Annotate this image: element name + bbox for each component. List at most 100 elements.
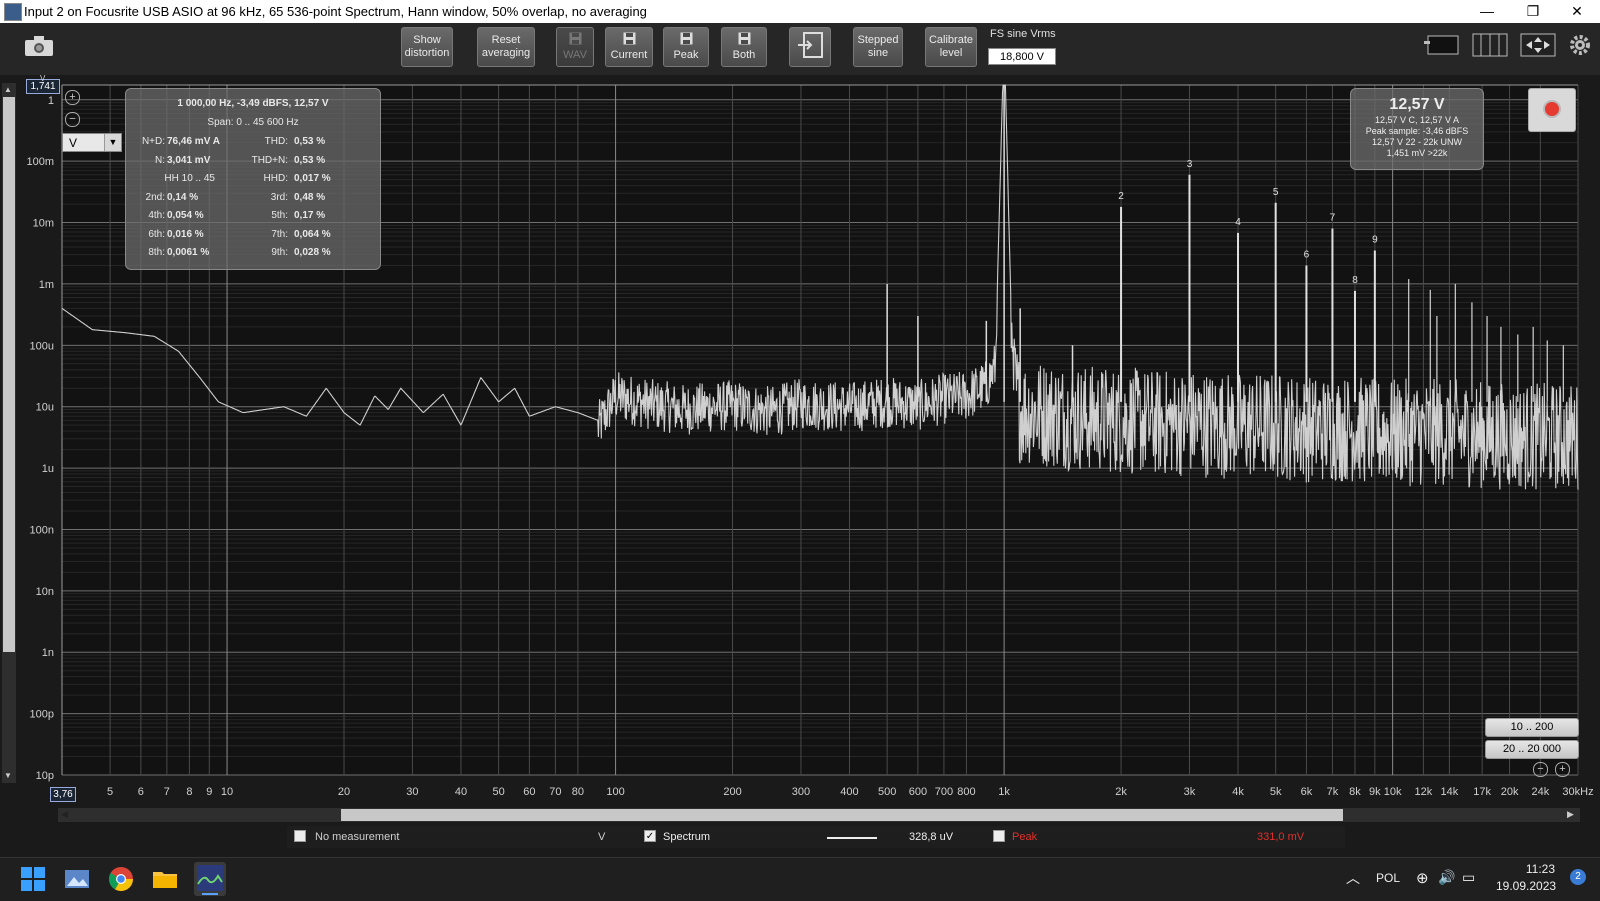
readout-label: 3rd: [270, 191, 288, 203]
zoom-in-x-icon[interactable]: + [1555, 762, 1570, 777]
chevron-up-icon[interactable]: ︿ [1346, 868, 1360, 888]
readout-value: 0,17 % [294, 210, 326, 221]
spectrum-checkbox[interactable]: ✓ [644, 830, 656, 842]
zoom-in-icon[interactable]: + [65, 90, 80, 105]
toolbar: Show distortion Reset averaging WAV Current Pe… [0, 23, 1600, 75]
calibrate-level-button[interactable]: Calibrate level [925, 27, 977, 67]
readout-label: THD+N: [251, 154, 288, 166]
fit-to-window-icon[interactable] [1520, 33, 1556, 62]
legend-bar: No measurement V ✓ Spectrum 328,8 uV Pea… [287, 826, 1345, 848]
record-icon [1545, 102, 1559, 116]
readout-label: THD: [264, 136, 288, 147]
x-tick-label: 200 [723, 786, 741, 798]
readout-header: 1 000,00 Hz, -3,49 dBFS, 12,57 V [177, 98, 329, 109]
taskbar: ︿ POL ⊕ 🔊 ▭ 11:23 19.09.2023 2 [0, 857, 1600, 901]
scroll-left-icon[interactable]: ◀ [61, 809, 68, 820]
y-tick-label: 1 [48, 95, 54, 107]
x-tick-label: 1k [998, 786, 1010, 798]
vertical-scrollbar[interactable]: ▲ ▼ [2, 83, 16, 783]
peak-checkbox[interactable] [993, 830, 1005, 842]
x-tick-label: 2k [1115, 786, 1127, 798]
scroll-right-icon[interactable]: ▶ [1567, 809, 1574, 820]
gear-icon[interactable] [1568, 33, 1592, 62]
scroll-up-icon[interactable]: ▲ [4, 85, 12, 94]
save-peak-button[interactable]: Peak [663, 27, 709, 67]
button-label: WAV [563, 49, 587, 61]
zoom-out-icon[interactable]: − [65, 112, 80, 127]
x-tick-label: 50 [492, 786, 504, 798]
stepped-sine-button[interactable]: Stepped sine [853, 27, 903, 67]
fs-sine-value[interactable]: 18,800 V [988, 48, 1056, 65]
readout-label: 5th: [271, 210, 288, 221]
y-tick-label: 100p [30, 709, 54, 721]
distortion-readout: 1 000,00 Hz, -3,49 dBFS, 12,57 V Span: 0… [125, 88, 381, 270]
x-axis-start-value[interactable]: 3,76 [50, 787, 76, 802]
button-label: Show [413, 34, 441, 46]
clock-date[interactable]: 19.09.2023 [1496, 879, 1556, 893]
photos-icon[interactable] [64, 866, 90, 892]
record-button[interactable] [1528, 88, 1576, 132]
rew-app-icon[interactable] [194, 862, 226, 896]
camera-icon[interactable] [24, 35, 54, 57]
level-readout: 12,57 V 12,57 V C, 12,57 V A Peak sample… [1350, 88, 1484, 170]
save-current-button[interactable]: Current [605, 27, 653, 67]
harmonic-label: 8 [1352, 275, 1358, 286]
battery-icon[interactable]: ▭ [1462, 869, 1475, 886]
no-measurement-checkbox[interactable] [294, 830, 306, 842]
reset-averaging-button[interactable]: Reset averaging [477, 27, 535, 67]
button-label: Current [610, 49, 648, 61]
volume-icon[interactable]: 🔊 [1438, 869, 1455, 886]
y-tick-label: 10m [33, 218, 54, 230]
restore-button[interactable]: ❐ [1510, 0, 1556, 23]
harmonic-label: 5 [1273, 187, 1279, 198]
x-tick-label: 20k [1501, 786, 1519, 798]
file-explorer-icon[interactable] [152, 866, 178, 892]
harmonic-label: 9 [1372, 235, 1378, 246]
x-tick-label: 400 [840, 786, 858, 798]
zoom-out-x-icon[interactable]: − [1533, 762, 1548, 777]
y-tick-label: 1n [42, 647, 54, 659]
x-tick-label: 700 [935, 786, 953, 798]
y-tick-label: 10n [36, 586, 54, 598]
x-tick-label: 100 [606, 786, 624, 798]
unit-select-value: V [69, 136, 78, 150]
notification-badge[interactable]: 2 [1570, 869, 1586, 885]
horizontal-scrollbar[interactable]: ◀ ▶ [58, 808, 1580, 822]
monitor-icon[interactable] [1424, 33, 1460, 62]
horizontal-scroll-thumb[interactable] [341, 809, 1343, 821]
x-tick-label: 9 [206, 786, 212, 798]
save-wav-button[interactable]: WAV [556, 27, 594, 67]
layout-icon[interactable] [1472, 33, 1508, 62]
network-icon[interactable]: ⊕ [1416, 869, 1429, 887]
readout-label: 6th: [148, 228, 165, 240]
x-tick-label: 6k [1301, 786, 1313, 798]
peak-label: Peak [1012, 831, 1038, 843]
clock-time[interactable]: 11:23 [1513, 862, 1555, 876]
minimize-button[interactable]: — [1464, 0, 1510, 23]
harmonic-label: 2 [1118, 191, 1124, 202]
x-tick-label: 600 [909, 786, 927, 798]
vertical-scroll-thumb[interactable] [3, 97, 15, 652]
level-line: 1,451 mV >22k [1386, 148, 1448, 158]
readout-value: 0,017 % [294, 173, 331, 184]
range-10-200-button[interactable]: 10 .. 200 [1485, 718, 1579, 737]
x-tick-label: 8 [186, 786, 192, 798]
generator-button[interactable] [789, 27, 831, 67]
range-20-20000-button[interactable]: 20 .. 20 000 [1485, 740, 1579, 759]
x-tick-label: 500 [878, 786, 896, 798]
windows-start-icon[interactable] [20, 866, 46, 892]
scroll-down-icon[interactable]: ▼ [4, 771, 12, 780]
fs-sine-label: FS sine Vrms [990, 28, 1056, 40]
language-indicator[interactable]: POL [1376, 871, 1400, 885]
x-tick-label: 10 [221, 786, 233, 798]
close-button[interactable]: ✕ [1554, 0, 1600, 23]
readout-label: N: [155, 154, 165, 166]
show-distortion-button[interactable]: Show distortion [401, 27, 453, 67]
readout-span: Span: 0 .. 45 600 Hz [207, 117, 299, 128]
save-both-button[interactable]: Both [721, 27, 767, 67]
x-tick-label: 9k [1369, 786, 1381, 798]
title-bar: Input 2 on Focusrite USB ASIO at 96 kHz,… [0, 0, 1600, 23]
chrome-icon[interactable] [108, 866, 134, 892]
readout-label: 9th: [271, 247, 288, 258]
y-tick-label: 1m [39, 279, 54, 291]
